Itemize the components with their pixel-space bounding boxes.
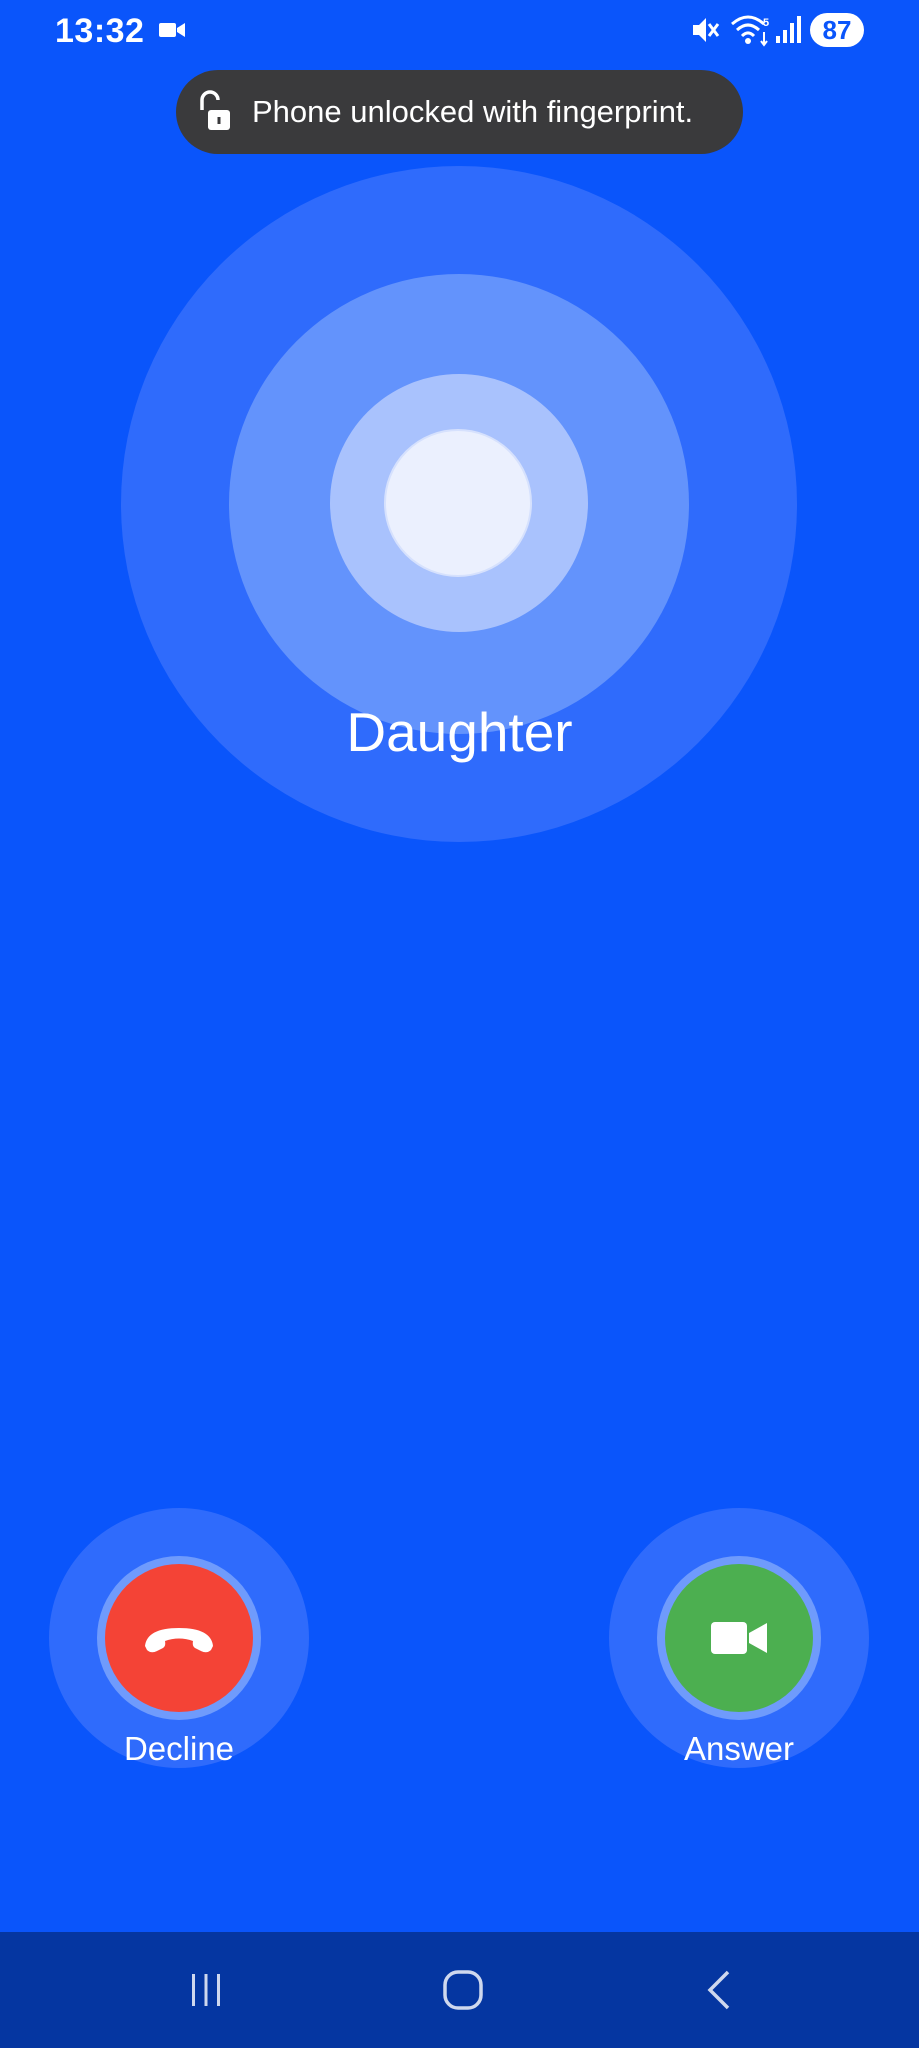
home-icon [443, 1970, 483, 2010]
phone-hangup-icon [145, 1628, 213, 1653]
decline-button[interactable] [105, 1564, 253, 1712]
status-time: 13:32 [55, 12, 145, 50]
back-icon [707, 1970, 730, 2010]
caller-name: Daughter [346, 701, 573, 763]
wifi-icon: 5 [731, 15, 769, 47]
answer-button[interactable] [665, 1564, 813, 1712]
recents-icon [192, 1974, 220, 2006]
caller-avatar [384, 429, 532, 577]
svg-text:5: 5 [763, 17, 769, 29]
mute-icon [693, 18, 720, 42]
toast-message: Phone unlocked with fingerprint. [252, 94, 694, 129]
unlock-icon [200, 90, 230, 130]
signal-icon [776, 16, 801, 43]
video-camera-icon [711, 1622, 767, 1654]
answer-target [609, 1508, 869, 1768]
home-button[interactable] [403, 1932, 523, 2048]
recents-button[interactable] [146, 1932, 266, 2048]
decline-target [49, 1508, 309, 1768]
navigation-bar [0, 1932, 919, 2048]
answer-label: Answer [683, 1730, 795, 1767]
back-button[interactable] [660, 1932, 780, 2048]
status-bar: 13:32 5 87 [0, 0, 919, 62]
battery-indicator: 87 [810, 13, 864, 47]
decline-label: Decline [123, 1730, 235, 1767]
video-camera-icon [159, 23, 185, 37]
unlock-toast: Phone unlocked with fingerprint. [176, 70, 743, 154]
